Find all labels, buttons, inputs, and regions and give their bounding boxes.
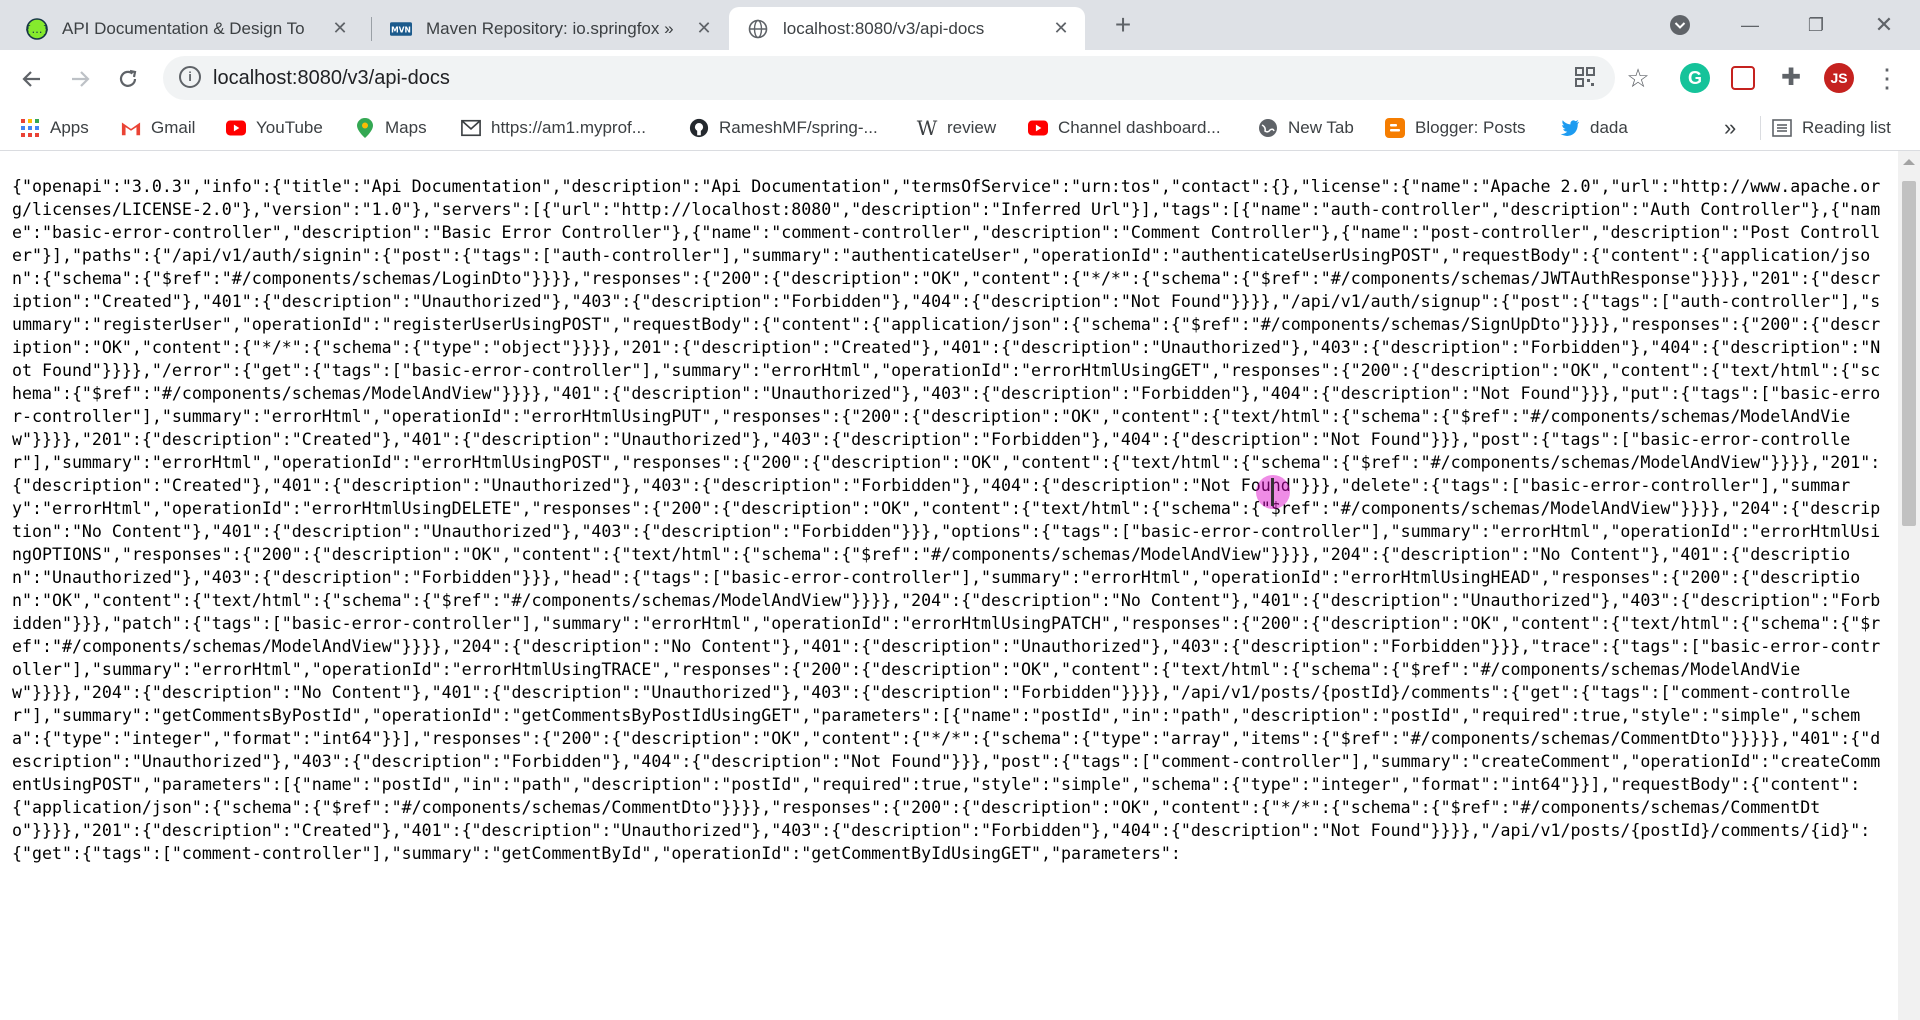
bookmark-label: https://am1.myprof... bbox=[491, 118, 646, 137]
bookmark-blogger[interactable]: Blogger: Posts bbox=[1385, 114, 1526, 142]
close-icon[interactable]: ✕ bbox=[1049, 16, 1073, 40]
bookmark-label: Gmail bbox=[151, 118, 196, 137]
youtube-icon bbox=[226, 118, 246, 138]
maven-icon: MVN bbox=[390, 18, 412, 40]
bookmark-dada[interactable]: dada bbox=[1560, 114, 1628, 142]
bookmark-new-tab[interactable]: New Tab bbox=[1258, 114, 1354, 142]
site-info-icon[interactable]: i bbox=[179, 66, 201, 88]
back-icon[interactable] bbox=[17, 64, 47, 94]
tab-api-documentation[interactable]: {…} API Documentation & Design To ✕ bbox=[8, 7, 364, 50]
bookmark-github[interactable]: RameshMF/spring-... bbox=[689, 114, 878, 142]
tab-title: Maven Repository: io.springfox » bbox=[426, 18, 674, 38]
bookmark-channel-dashboard[interactable]: Channel dashboard... bbox=[1028, 114, 1221, 142]
bookmarks-bar: Apps Gmail YouTube Maps https://am1.mypr… bbox=[0, 106, 1920, 151]
reading-list-button[interactable]: Reading list bbox=[1772, 114, 1891, 142]
reading-list-label: Reading list bbox=[1802, 118, 1891, 137]
reading-list-icon bbox=[1772, 118, 1792, 138]
profile-avatar[interactable]: JS bbox=[1824, 63, 1854, 93]
swagger-icon: {…} bbox=[26, 17, 48, 40]
bookmark-label: Blogger: Posts bbox=[1415, 118, 1526, 137]
bookmark-label: Apps bbox=[50, 118, 89, 137]
restore-icon[interactable]: ❐ bbox=[1796, 10, 1836, 40]
tab-search-icon[interactable] bbox=[1660, 10, 1700, 40]
bookmark-label: review bbox=[947, 118, 997, 137]
address-bar[interactable]: i localhost:8080/v3/api-docs bbox=[163, 56, 1615, 100]
window-close-icon[interactable]: ✕ bbox=[1864, 10, 1904, 40]
bookmarks-divider bbox=[1760, 116, 1761, 140]
address-url[interactable]: localhost:8080/v3/api-docs bbox=[213, 67, 450, 90]
svg-text:{…}: {…} bbox=[26, 23, 48, 36]
reload-icon[interactable] bbox=[113, 64, 143, 94]
bookmark-label: Maps bbox=[385, 118, 427, 137]
tab-title: API Documentation & Design To bbox=[62, 18, 305, 38]
mail-envelope-icon bbox=[461, 118, 481, 138]
bookmark-youtube[interactable]: YouTube bbox=[226, 114, 323, 142]
globe-icon bbox=[1258, 118, 1278, 138]
tab-strip: {…} API Documentation & Design To ✕ MVN … bbox=[0, 0, 1920, 50]
github-icon bbox=[689, 118, 709, 138]
bookmark-label: New Tab bbox=[1288, 118, 1354, 137]
json-response-text: {"openapi":"3.0.3","info":{"title":"Api … bbox=[12, 177, 1881, 863]
more-menu-icon[interactable]: ⋮ bbox=[1872, 63, 1902, 93]
vertical-scrollbar[interactable] bbox=[1898, 151, 1920, 1020]
close-icon[interactable]: ✕ bbox=[328, 16, 352, 40]
globe-icon bbox=[747, 18, 769, 40]
extensions-puzzle-icon[interactable]: ✚ bbox=[1776, 63, 1806, 93]
bookmark-label: RameshMF/spring-... bbox=[719, 118, 878, 137]
bookmark-star-icon[interactable]: ☆ bbox=[1623, 63, 1653, 93]
pocket-icon[interactable] bbox=[1731, 66, 1755, 90]
qr-code-icon[interactable] bbox=[1573, 66, 1597, 90]
youtube-studio-icon bbox=[1028, 118, 1048, 138]
wikipedia-icon: W bbox=[916, 116, 938, 140]
maps-pin-icon bbox=[355, 118, 375, 138]
minimize-icon[interactable]: — bbox=[1730, 10, 1770, 40]
tab-maven-repository[interactable]: MVN Maven Repository: io.springfox » ✕ bbox=[372, 7, 728, 50]
bookmark-maps[interactable]: Maps bbox=[355, 114, 427, 142]
text-cursor-icon bbox=[1271, 478, 1274, 506]
more-bookmarks-button[interactable]: » bbox=[1724, 114, 1736, 142]
grammarly-icon[interactable]: G bbox=[1680, 63, 1710, 93]
bookmark-label: YouTube bbox=[256, 118, 323, 137]
mouse-cursor-highlight bbox=[1256, 475, 1290, 509]
tab-title: localhost:8080/v3/api-docs bbox=[783, 18, 985, 38]
page-content: {"openapi":"3.0.3","info":{"title":"Api … bbox=[0, 151, 1898, 1020]
new-tab-button[interactable]: + bbox=[1103, 10, 1143, 40]
tab-api-docs[interactable]: localhost:8080/v3/api-docs ✕ bbox=[729, 7, 1085, 50]
bookmark-myprof[interactable]: https://am1.myprof... bbox=[461, 114, 646, 142]
bookmark-label: Channel dashboard... bbox=[1058, 118, 1221, 137]
close-icon[interactable]: ✕ bbox=[692, 16, 716, 40]
scroll-up-arrow-icon[interactable] bbox=[1903, 159, 1915, 165]
scrollbar-thumb[interactable] bbox=[1902, 181, 1916, 526]
bookmark-gmail[interactable]: Gmail bbox=[121, 114, 195, 142]
forward-icon[interactable] bbox=[65, 64, 95, 94]
twitter-bird-icon bbox=[1560, 118, 1580, 138]
bookmark-review[interactable]: W review bbox=[917, 114, 996, 142]
bookmark-label: dada bbox=[1590, 118, 1628, 137]
apps-grid-icon bbox=[20, 118, 40, 138]
bookmark-apps[interactable]: Apps bbox=[20, 114, 89, 142]
svg-text:MVN: MVN bbox=[391, 25, 411, 34]
blogger-icon bbox=[1385, 118, 1405, 138]
gmail-icon bbox=[121, 118, 141, 138]
